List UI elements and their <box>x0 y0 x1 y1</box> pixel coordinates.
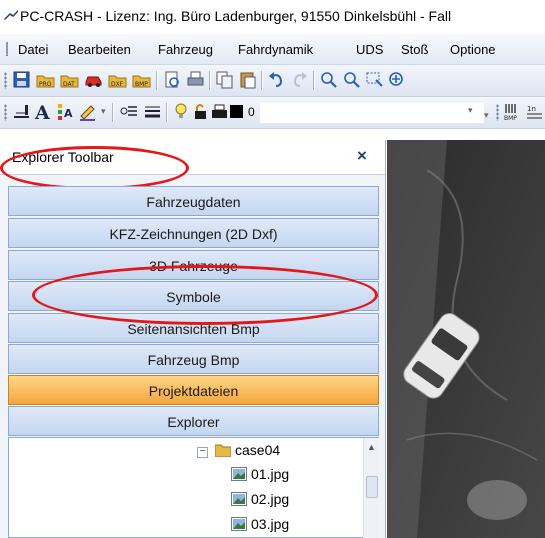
menu-datei[interactable]: Datei <box>18 42 48 57</box>
line-width-value: 0 <box>248 105 255 119</box>
image-file-icon <box>231 517 247 531</box>
open-bmp-icon[interactable]: BMP <box>132 70 151 89</box>
dropdown-arrow-icon[interactable]: ▾ <box>101 106 106 117</box>
layer-dropdown-icon[interactable]: ▾ <box>468 105 473 116</box>
image-file-icon <box>231 492 247 506</box>
toolbar-overflow-icon[interactable]: ▾ <box>484 110 489 121</box>
copy-icon[interactable] <box>215 70 234 89</box>
standard-toolbar: PRO DAT DXF BMP <box>0 65 545 97</box>
print-preview-icon[interactable] <box>163 70 182 89</box>
nav-3d-fahrzeuge[interactable]: 3D Fahrzeuge <box>8 250 379 280</box>
layer-select[interactable] <box>260 103 484 123</box>
scroll-up-icon[interactable]: ▲ <box>367 442 376 452</box>
print-icon[interactable] <box>186 70 205 89</box>
aerial-photo <box>387 140 545 538</box>
explorer-header: Explorer Toolbar × <box>0 140 385 175</box>
nav-projektdateien[interactable]: Projektdateien <box>8 375 379 405</box>
toolbar-separator <box>261 71 263 90</box>
scale-icon[interactable]: 1n <box>525 102 544 121</box>
save-icon[interactable] <box>12 70 31 89</box>
aerial-image-view[interactable] <box>387 140 545 538</box>
menu-stoss[interactable]: Stoß <box>401 42 428 57</box>
toolbar-separator <box>166 103 168 122</box>
file-tree: − case04 01.jpg 02.jpg 03.jpg ▲ <box>8 437 379 538</box>
menu-fahrdynamik[interactable]: Fahrdynamik <box>238 42 313 57</box>
toolbar-grip <box>4 104 7 121</box>
color-swatch[interactable] <box>230 105 243 118</box>
svg-text:PRO: PRO <box>39 81 52 88</box>
drawing-toolbar: A A ▾ 0 ▾ ▾ BMP 1n <box>0 97 545 129</box>
open-dxf-icon[interactable]: DXF <box>108 70 127 89</box>
tree-file-label[interactable]: 03.jpg <box>251 516 289 532</box>
svg-text:BMP: BMP <box>504 115 517 121</box>
zoom-in-icon[interactable] <box>319 70 338 89</box>
tree-file-label[interactable]: 02.jpg <box>251 491 289 507</box>
toolbar-separator <box>156 71 158 90</box>
menu-bearbeiten[interactable]: Bearbeiten <box>68 42 131 57</box>
folder-icon <box>215 444 231 457</box>
explorer-title: Explorer Toolbar <box>12 149 114 165</box>
zoom-out-icon[interactable] <box>342 70 361 89</box>
bmp-import-icon[interactable]: BMP <box>503 102 522 121</box>
nav-seitenansichten-bmp[interactable]: Seitenansichten Bmp <box>8 313 379 343</box>
pen-icon[interactable] <box>78 102 97 121</box>
title-bar: PC-CRASH - Lizenz: Ing. Büro Ladenburger… <box>0 0 545 34</box>
nav-kfz-zeichnungen[interactable]: KFZ-Zeichnungen (2D Dxf) <box>8 218 379 248</box>
toolbar-grip <box>4 72 7 89</box>
close-icon[interactable]: × <box>357 146 367 166</box>
menu-uds[interactable]: UDS <box>356 42 383 57</box>
redo-icon[interactable] <box>290 70 309 89</box>
toolbar-grip <box>496 104 499 121</box>
nav-explorer[interactable]: Explorer <box>8 406 379 436</box>
svg-text:DAT: DAT <box>63 81 75 88</box>
line-width-icon[interactable] <box>143 102 162 121</box>
zoom-all-icon[interactable] <box>387 70 406 89</box>
printer-layer-icon[interactable] <box>210 102 229 121</box>
menu-bar: Datei Bearbeiten Fahrzeug Fahrdynamik UD… <box>0 34 545 65</box>
vehicle-icon[interactable] <box>84 70 103 89</box>
collapse-icon[interactable]: − <box>197 447 208 458</box>
window-title: PC-CRASH - Lizenz: Ing. Büro Ladenburger… <box>20 8 452 24</box>
svg-text:BMP: BMP <box>135 81 148 88</box>
scroll-thumb[interactable] <box>366 476 378 498</box>
menu-grip <box>6 42 8 56</box>
open-dat-icon[interactable]: DAT <box>60 70 79 89</box>
svg-text:1n: 1n <box>527 105 536 113</box>
svg-text:DXF: DXF <box>111 81 124 88</box>
image-file-icon <box>231 467 247 481</box>
lock-icon[interactable] <box>191 102 210 121</box>
menu-optionen[interactable]: Optione <box>450 42 496 57</box>
toolbar-separator <box>209 71 211 90</box>
toolbar-separator <box>313 71 315 90</box>
open-pro-icon[interactable]: PRO <box>36 70 55 89</box>
svg-text:A: A <box>64 107 73 120</box>
nav-fahrzeugdaten[interactable]: Fahrzeugdaten <box>8 186 379 216</box>
tree-scrollbar[interactable]: ▲ <box>363 438 379 538</box>
svg-text:A: A <box>34 102 50 121</box>
line-style-icon[interactable] <box>120 102 139 121</box>
symbol-text-icon[interactable]: A <box>56 102 75 121</box>
paste-icon[interactable] <box>238 70 257 89</box>
zoom-window-icon[interactable] <box>365 70 384 89</box>
tree-folder-label[interactable]: case04 <box>235 442 280 458</box>
tree-file-label[interactable]: 01.jpg <box>251 466 289 482</box>
text-icon[interactable]: A <box>34 102 53 121</box>
dimension-icon[interactable] <box>12 102 31 121</box>
menu-fahrzeug[interactable]: Fahrzeug <box>158 42 213 57</box>
nav-symbole[interactable]: Symbole <box>8 281 379 311</box>
nav-fahrzeug-bmp[interactable]: Fahrzeug Bmp <box>8 344 379 374</box>
app-icon <box>4 10 18 20</box>
toolbar-separator <box>112 103 114 122</box>
lightbulb-icon[interactable] <box>172 102 191 121</box>
undo-icon[interactable] <box>267 70 286 89</box>
